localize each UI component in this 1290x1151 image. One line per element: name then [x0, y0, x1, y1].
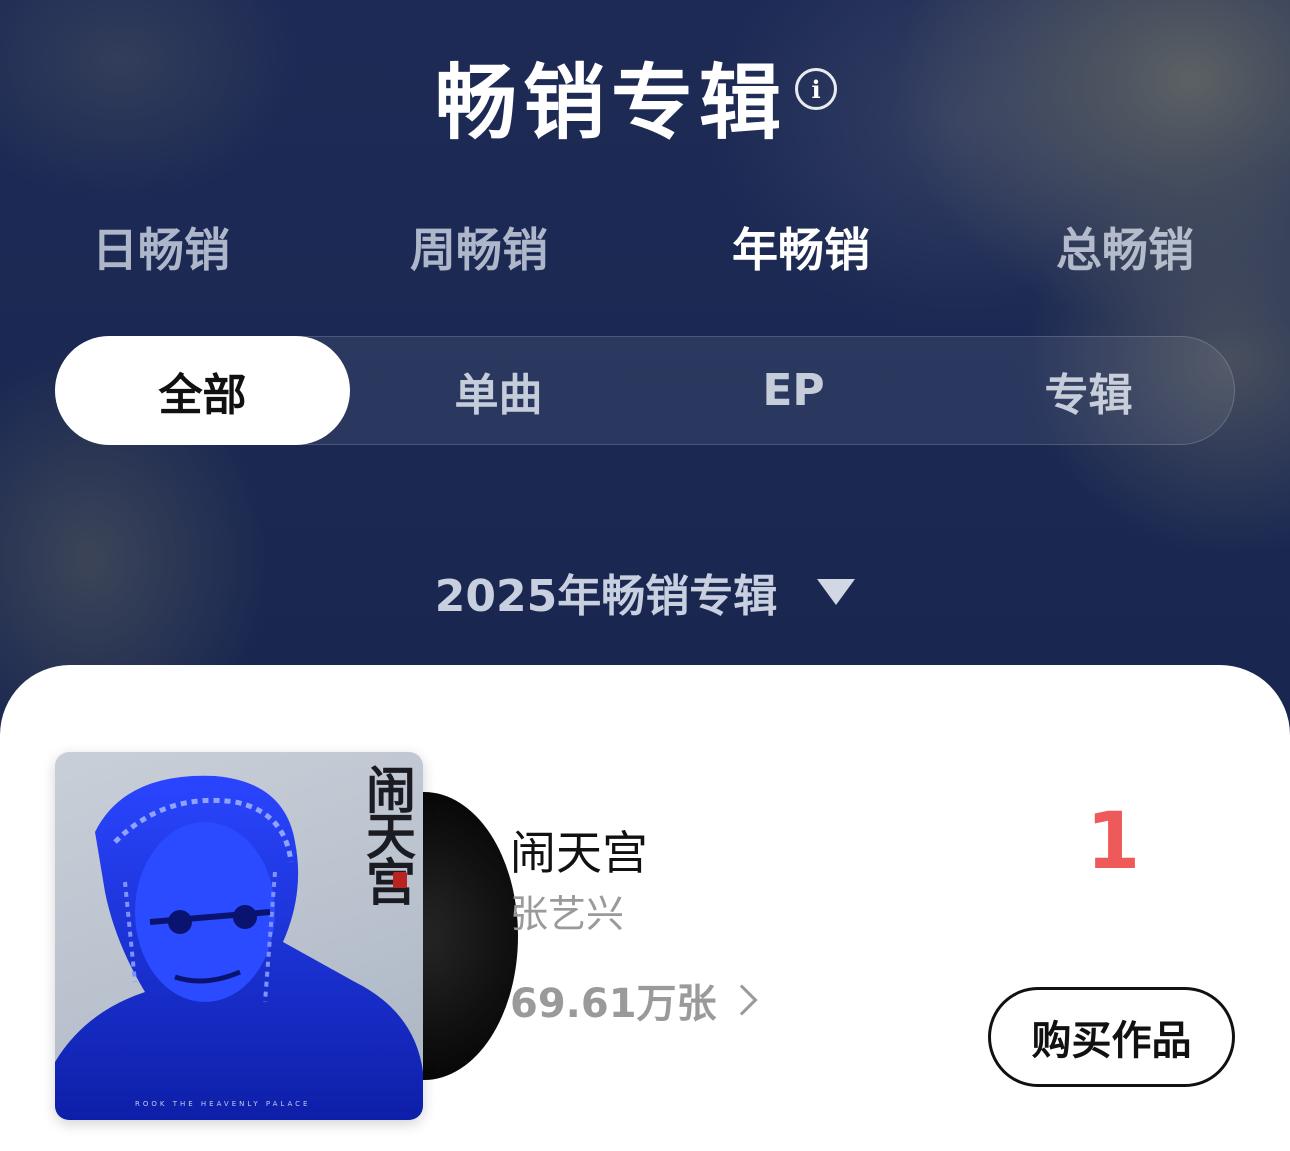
tab-daily[interactable]: 日畅销 — [92, 214, 230, 280]
cover-caption: ROOK THE HEAVENLY PALACE — [135, 1100, 311, 1108]
year-label: 2025年畅销专辑 — [434, 571, 778, 622]
tab-yearly[interactable]: 年畅销 — [732, 214, 870, 280]
album-cover[interactable]: 闹天宫 ROOK THE HEAVENLY PALACE — [55, 752, 423, 1120]
rank-number: 1 — [1086, 797, 1141, 887]
album-title[interactable]: 闹天宫 — [510, 817, 648, 883]
album-artist[interactable]: 张艺兴 — [510, 883, 624, 938]
segment-single[interactable]: 单曲 — [351, 337, 646, 444]
info-icon[interactable]: i — [795, 68, 837, 110]
segment-all[interactable]: 全部 — [55, 336, 350, 445]
segment-album[interactable]: 专辑 — [941, 337, 1236, 444]
year-dropdown[interactable]: 2025年畅销专辑 — [434, 560, 856, 624]
info-glyph: i — [811, 74, 821, 104]
caret-down-icon — [817, 579, 856, 605]
sales-link[interactable]: 69.61万张 — [510, 971, 758, 1029]
chevron-right-icon — [725, 984, 758, 1016]
period-tabs: 日畅销 周畅销 年畅销 总畅销 — [0, 214, 1290, 284]
buy-button[interactable]: 购买作品 — [988, 987, 1235, 1087]
tab-weekly[interactable]: 周畅销 — [410, 214, 548, 280]
page-header: 畅销专辑 — [0, 36, 1290, 155]
tab-all-time[interactable]: 总畅销 — [1056, 214, 1194, 280]
sales-value: 69.61万张 — [510, 981, 717, 1027]
page-title: 畅销专辑 — [434, 56, 787, 151]
album-item[interactable]: 闹天宫 ROOK THE HEAVENLY PALACE — [55, 752, 518, 1120]
seal-stamp — [393, 872, 407, 888]
album-list-card: 闹天宫 ROOK THE HEAVENLY PALACE 闹天宫 张艺兴 69.… — [0, 665, 1290, 1151]
year-selector: 2025年畅销专辑 — [0, 560, 1290, 624]
type-segmented-control: 全部 单曲 EP 专辑 — [55, 336, 1235, 445]
segment-ep[interactable]: EP — [646, 337, 941, 444]
